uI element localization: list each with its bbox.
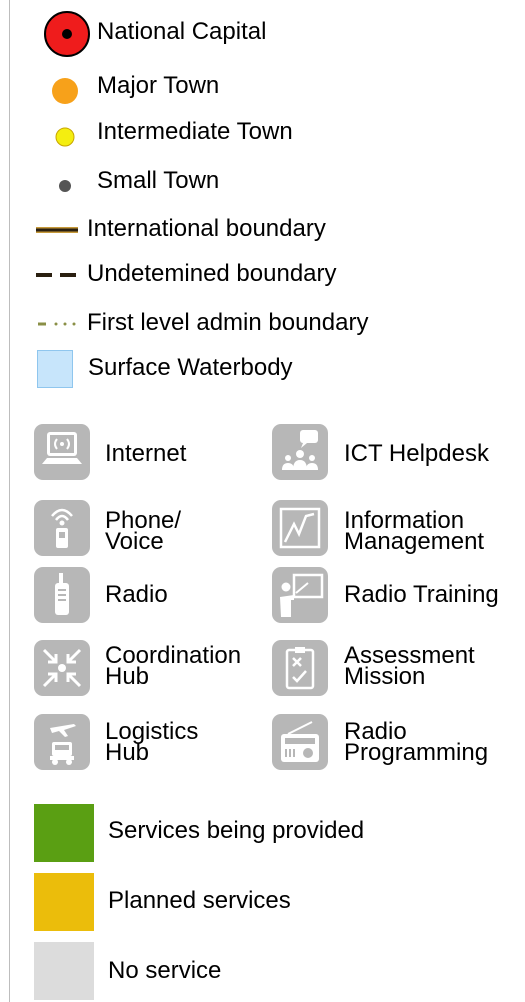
phone-voice-label: Phone/ Voice [105, 507, 182, 555]
internet-label: Internet [105, 440, 187, 467]
admin-boundary-symbol [38, 322, 76, 326]
coordination-hub-label: Coordination Hub [105, 642, 242, 690]
assessment-mission-label: Assessment Mission [344, 642, 475, 690]
coordination-hub-icon [34, 640, 90, 696]
undetermined-boundary-label: Undetemined boundary [87, 260, 337, 287]
small-town-symbol [59, 180, 71, 192]
phone-voice-icon [34, 500, 90, 556]
small-town-label: Small Town [97, 167, 220, 194]
national-capital-symbol [44, 11, 90, 57]
radio-training-label: Radio Training [344, 581, 499, 608]
waterbody-label: Surface Waterbody [88, 354, 293, 381]
information-management-icon [272, 500, 328, 556]
national-capital-label: National Capital [97, 18, 267, 45]
international-boundary-label: International boundary [87, 215, 326, 242]
planned-services-label: Planned services [108, 887, 291, 914]
ict-helpdesk-label: ICT Helpdesk [344, 440, 489, 467]
international-boundary-symbol [36, 227, 78, 233]
admin-boundary-label: First level admin boundary [87, 309, 369, 336]
legend-frame-line [9, 0, 10, 1002]
logistics-hub-icon [34, 714, 90, 770]
intermediate-town-symbol [55, 127, 75, 147]
services-provided-swatch [34, 804, 94, 862]
information-management-label: Information Management [344, 507, 485, 555]
no-service-label: No service [108, 957, 222, 984]
no-service-swatch [34, 942, 94, 1000]
major-town-symbol [52, 78, 78, 104]
radio-programming-label: Radio Programming [344, 718, 489, 766]
planned-services-swatch [34, 873, 94, 931]
logistics-hub-label: Logistics Hub [105, 718, 199, 766]
undetermined-boundary-symbol [36, 273, 76, 277]
major-town-label: Major Town [97, 72, 220, 99]
radio-training-icon [272, 567, 328, 623]
services-provided-label: Services being provided [108, 817, 365, 844]
ict-helpdesk-icon [272, 424, 328, 480]
radio-label: Radio [105, 581, 168, 608]
assessment-mission-icon [272, 640, 328, 696]
waterbody-swatch [37, 350, 73, 388]
radio-programming-icon [272, 714, 328, 770]
internet-icon [34, 424, 90, 480]
radio-icon [34, 567, 90, 623]
intermediate-town-label: Intermediate Town [97, 118, 293, 145]
